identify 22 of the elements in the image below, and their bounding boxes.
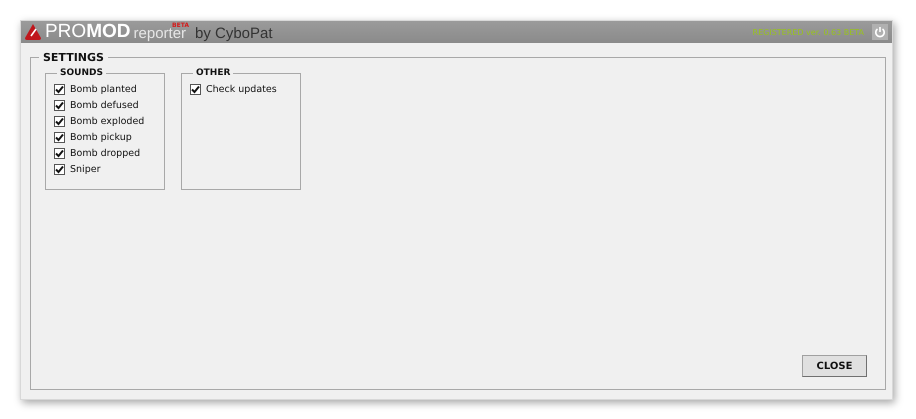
checkbox[interactable] xyxy=(190,84,201,94)
checkbox-label: Bomb pickup xyxy=(70,132,132,142)
checkbox[interactable] xyxy=(54,100,65,110)
drop-logo-icon xyxy=(24,23,42,41)
registration-label: REGISTERED ver. 0.63 BETA xyxy=(752,28,864,36)
close-button[interactable]: CLOSE xyxy=(802,355,867,377)
author-label: by CyboPat xyxy=(195,25,273,42)
checkbox-label: Check updates xyxy=(206,84,277,94)
checkbox[interactable] xyxy=(54,164,65,174)
checkbox-label: Sniper xyxy=(70,164,100,174)
checkbox-label: Bomb exploded xyxy=(70,116,144,126)
checkbox[interactable] xyxy=(54,116,65,126)
checkbox[interactable] xyxy=(54,84,65,94)
checkbox[interactable] xyxy=(54,132,65,142)
app-logo-text: PROMOD xyxy=(45,22,131,42)
checkbox-label: Bomb planted xyxy=(70,84,137,94)
checkbox-label: Bomb dropped xyxy=(70,148,140,158)
checkbox-label: Bomb defused xyxy=(70,100,139,110)
group-title: OTHER xyxy=(195,68,232,78)
group-title: SOUNDS xyxy=(59,68,104,78)
settings-title: SETTINGS xyxy=(42,51,105,64)
checkbox[interactable] xyxy=(54,148,65,158)
